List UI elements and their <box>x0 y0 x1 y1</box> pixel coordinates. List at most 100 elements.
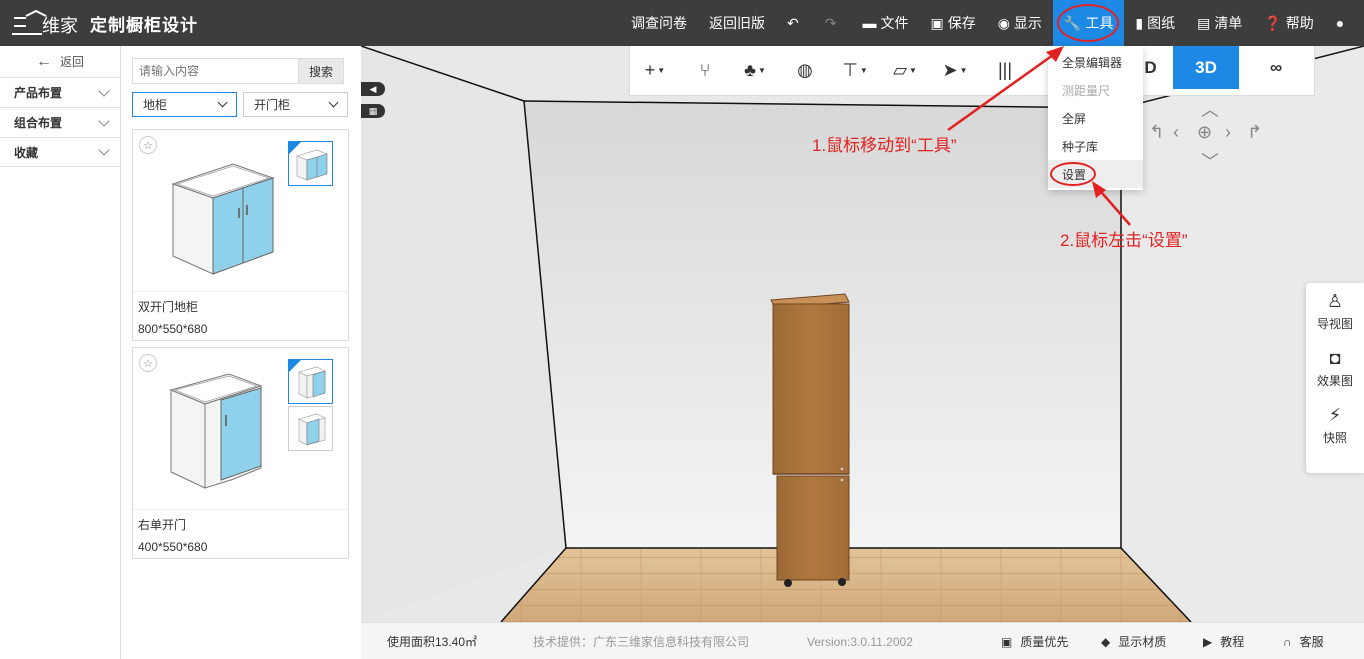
chevron-down-icon <box>98 144 110 156</box>
variant-thumbnail[interactable] <box>288 359 333 404</box>
catalog-panel: 搜索 地柜 开门柜 ☆ <box>121 46 361 659</box>
tools-dropdown: 全景编辑器 测距量尺 全屏 种子库 设置 <box>1048 46 1143 190</box>
cube-icon: ◆ <box>1101 634 1111 649</box>
view-3d-button[interactable]: 3D <box>1173 46 1239 89</box>
cabinet-thumbnail-image <box>298 413 326 446</box>
app-window: 维家 定制橱柜设计 调查问卷 返回旧版 ↶ ↷ ▬ 文件 ▣ 保存 ◉ 显示 🔧 工具 … <box>0 0 1364 659</box>
material-tool[interactable]: ◍ <box>780 46 830 96</box>
map-icon: ▮ <box>1135 14 1144 31</box>
quality-label: 质量优先 <box>1020 635 1069 649</box>
menu-label: 收藏 <box>14 145 39 160</box>
camera-nav-control: ︿ ↰ ‹ ⊕ › ↱ ﹀ <box>1149 96 1269 174</box>
arrow-left-icon[interactable]: ‹ <box>1173 122 1179 143</box>
help-icon: ❓ <box>1264 14 1282 31</box>
menu-item-combo-layout[interactable]: 组合布置 <box>0 107 120 137</box>
version-text: Version:3.0.11.2002 <box>807 634 913 649</box>
product-name: 双开门地柜 <box>138 300 199 314</box>
menu-item-settings[interactable]: 设置 <box>1048 160 1143 188</box>
product-card[interactable]: ☆ 右单开门 400*550*680 <box>132 347 349 559</box>
select-tool[interactable]: ➤ ▼ <box>930 46 980 96</box>
drawings-menu[interactable]: ▮ 图纸 <box>1124 0 1186 46</box>
render-button[interactable]: ◘ 效果图 <box>1306 340 1364 397</box>
variant-thumbnail[interactable] <box>288 141 333 186</box>
list-menu[interactable]: ▤ 清单 <box>1186 0 1253 46</box>
menu-item-fullscreen[interactable]: 全屏 <box>1048 104 1143 132</box>
add-tool[interactable]: + ▼ <box>630 46 680 96</box>
arrow-left-icon: ← <box>35 52 52 70</box>
star-icon[interactable]: ☆ <box>139 136 157 154</box>
flash-camera-icon: ⚡ <box>1328 405 1342 425</box>
file-label: 文件 <box>880 15 909 31</box>
search-button[interactable]: 搜索 <box>298 58 344 84</box>
service-label: 客服 <box>1299 635 1324 649</box>
grid-toggle-button[interactable]: ▦ <box>361 104 385 118</box>
user-icon: ● <box>1335 15 1345 31</box>
person-icon: ♙ <box>1326 291 1344 311</box>
file-menu[interactable]: ▬ 文件 <box>851 0 919 46</box>
area-readout: 使用面积13.40㎡ <box>387 635 478 649</box>
material-label: 显示材质 <box>1118 635 1167 649</box>
arrow-right-icon[interactable]: › <box>1225 122 1231 143</box>
tools-menu[interactable]: 🔧 工具 <box>1052 0 1125 46</box>
product-name: 右单开门 <box>138 518 187 532</box>
arrow-up-icon[interactable]: ︿ <box>1201 96 1219 122</box>
rotate-left-icon[interactable]: ↰ <box>1149 122 1164 143</box>
user-menu[interactable]: ● <box>1325 0 1359 46</box>
save-icon: ▣ <box>930 14 944 31</box>
wall-tool[interactable]: ||| <box>980 46 1030 96</box>
menu-item-product-layout[interactable]: 产品布置 <box>0 77 120 107</box>
category-select[interactable]: 地柜 <box>132 92 237 117</box>
quality-toggle[interactable]: ▣ 质量优先 <box>1001 623 1068 659</box>
variant-thumbnail[interactable] <box>288 406 333 451</box>
decor-tool[interactable]: ♣ ▼ <box>730 46 780 96</box>
menu-item-favorites[interactable]: 收藏 <box>0 137 120 167</box>
provider-text: 技术提供：广东三维家信息科技有限公司 <box>533 635 750 649</box>
folder-icon: ▬ <box>862 15 877 31</box>
side-tool-label: 快照 <box>1322 431 1347 445</box>
top-nav: 调查问卷 返回旧版 ↶ ↷ ▬ 文件 ▣ 保存 ◉ 显示 🔧 工具 ▮ 图纸 ▤ 清单 ❓ 帮… <box>620 0 1359 46</box>
product-dimensions: 400*550*680 <box>138 540 208 554</box>
save-button[interactable]: ▣ 保存 <box>919 0 986 46</box>
plus-icon: + <box>644 60 656 80</box>
chair-icon: ⑂ <box>699 60 711 80</box>
target-icon[interactable]: ⊕ <box>1197 122 1212 143</box>
back-button[interactable]: ← 返回 <box>0 46 120 77</box>
chair-tool[interactable]: ⑂ <box>680 46 730 96</box>
redo-button[interactable]: ↷ <box>814 0 852 46</box>
tutorial-button[interactable]: ▶ 教程 <box>1203 623 1244 659</box>
svg-text:维家: 维家 <box>42 16 78 36</box>
rotate-right-icon[interactable]: ↱ <box>1247 122 1262 143</box>
save-label: 保存 <box>947 15 976 31</box>
paint-tool[interactable]: ⊤ ▼ <box>830 46 880 96</box>
ruler-icon: ▱ <box>893 60 907 80</box>
top-bar: 维家 定制橱柜设计 调查问卷 返回旧版 ↶ ↷ ▬ 文件 ▣ 保存 ◉ 显示 🔧 工具 … <box>0 0 1364 46</box>
product-card[interactable]: ☆ 双开门地柜 800*550*680 <box>132 129 349 341</box>
menu-item-seed-library[interactable]: 种子库 <box>1048 132 1143 160</box>
subcategory-select[interactable]: 开门柜 <box>243 92 348 117</box>
service-button[interactable]: ∩ 客服 <box>1283 623 1324 659</box>
snapshot-button[interactable]: ⚡ 快照 <box>1306 397 1364 454</box>
star-icon[interactable]: ☆ <box>139 354 157 372</box>
arrow-down-icon[interactable]: ﹀ <box>1201 148 1219 174</box>
measure-tool[interactable]: ▱ ▼ <box>880 46 930 96</box>
collapse-panel-button[interactable]: ◀ <box>361 82 385 96</box>
old-version-button[interactable]: 返回旧版 <box>698 0 776 46</box>
display-menu[interactable]: ◉ 显示 <box>987 0 1053 46</box>
survey-button[interactable]: 调查问卷 <box>620 0 698 46</box>
triangle-left-icon: ◀ <box>369 83 377 94</box>
help-menu[interactable]: ❓ 帮助 <box>1253 0 1324 46</box>
vr-view-button[interactable]: ∞ <box>1239 46 1313 89</box>
chevron-down-icon <box>217 97 228 108</box>
material-toggle[interactable]: ◆ 显示材质 <box>1101 623 1166 659</box>
logo-icon: 维家 <box>12 10 78 36</box>
play-icon: ▶ <box>1203 634 1213 649</box>
side-tool-label: 导视图 <box>1316 317 1353 331</box>
search-input[interactable] <box>132 58 298 84</box>
undo-button[interactable]: ↶ <box>776 0 814 46</box>
search-bar: 搜索 <box>132 58 344 84</box>
menu-item-panorama-editor[interactable]: 全景编辑器 <box>1048 48 1143 76</box>
tall-cabinet-model[interactable] <box>770 293 850 587</box>
cabinet-single-door-image <box>169 373 263 489</box>
floorplan-view-button[interactable]: ♙ 导视图 <box>1306 283 1364 340</box>
menu-label: 产品布置 <box>14 86 63 100</box>
